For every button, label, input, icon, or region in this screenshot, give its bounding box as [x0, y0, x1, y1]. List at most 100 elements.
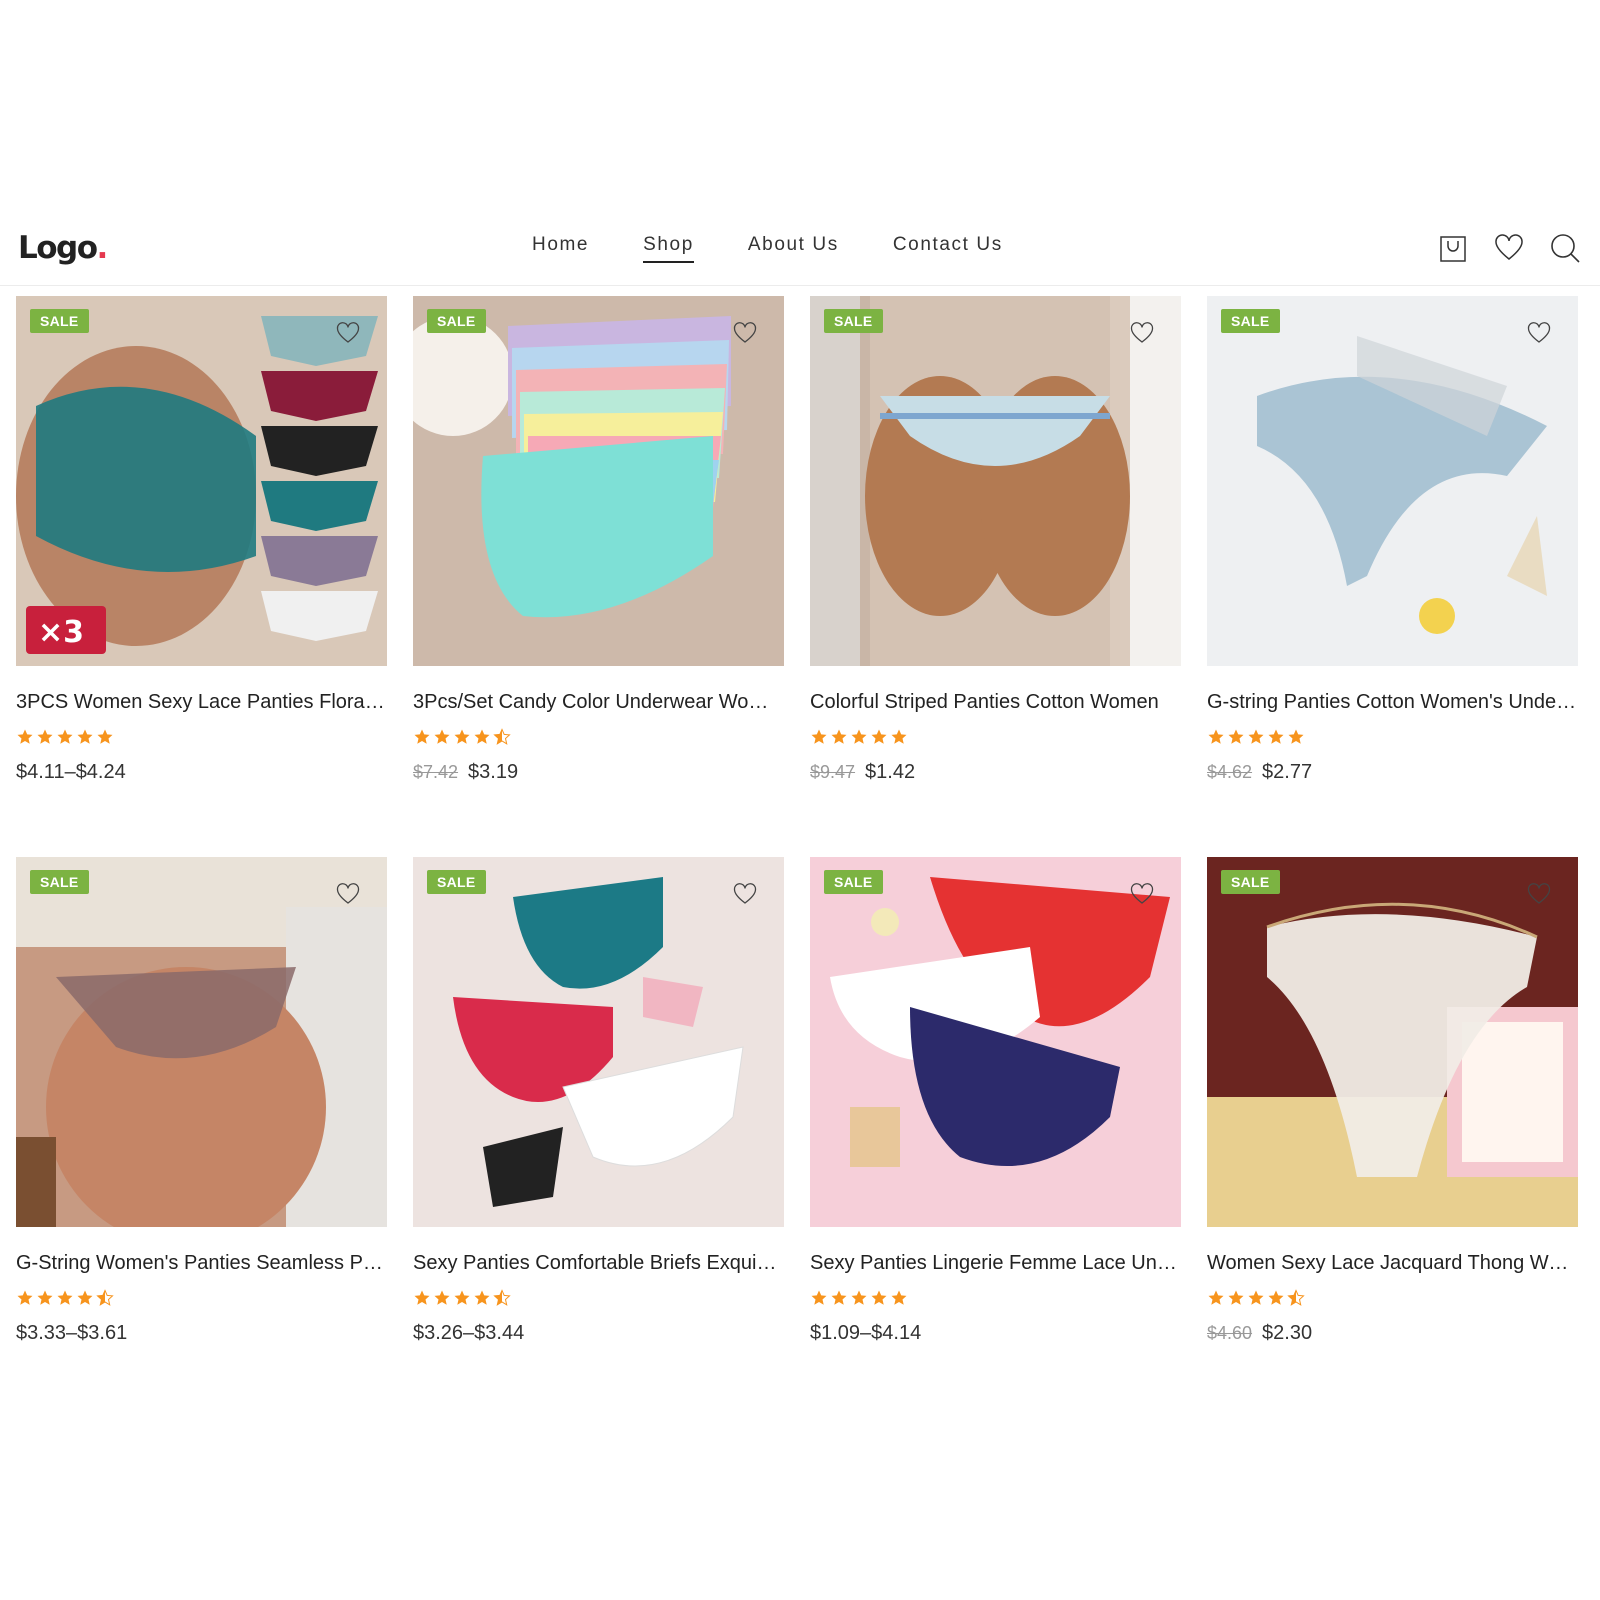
- product-photo: [413, 296, 784, 666]
- product-price: $9.47 $1.42: [810, 761, 1181, 784]
- product-image[interactable]: SALE: [413, 857, 784, 1227]
- product-photo: [1207, 296, 1578, 666]
- current-price: $1.09–$4.14: [810, 1322, 922, 1344]
- product-price: $7.42 $3.19: [413, 761, 784, 784]
- product-title[interactable]: Sexy Panties Comfortable Briefs Exquisit…: [413, 1252, 784, 1275]
- product-title[interactable]: 3Pcs/Set Candy Color Underwear Women: [413, 691, 784, 714]
- star-icon: [473, 1289, 491, 1312]
- wishlist-heart-icon[interactable]: [335, 881, 361, 907]
- nav-contact-us[interactable]: Contact Us: [893, 234, 1003, 263]
- wishlist-heart-icon[interactable]: [335, 320, 361, 346]
- original-price: $4.62: [1207, 762, 1253, 782]
- product-card[interactable]: SALE 3Pcs/Set Candy Color Underwear Women…: [413, 296, 784, 857]
- star-rating: [1207, 1289, 1578, 1312]
- star-icon: [1267, 1289, 1285, 1312]
- star-icon: [890, 728, 908, 751]
- product-photo: [413, 857, 784, 1227]
- product-grid: SALE ×3 3PCS Women Sexy Lace Panties Flora…: [16, 296, 1578, 1418]
- site-header: Logo. Home Shop About Us Contact Us: [0, 212, 1600, 286]
- product-photo: [810, 296, 1181, 666]
- star-icon: [1247, 1289, 1265, 1312]
- product-title[interactable]: Colorful Striped Panties Cotton Women: [810, 691, 1181, 714]
- product-image[interactable]: SALE: [16, 857, 387, 1227]
- product-image[interactable]: SALE: [810, 857, 1181, 1227]
- product-card[interactable]: SALE ×3 3PCS Women Sexy Lace Panties Flora…: [16, 296, 387, 857]
- star-icon: [76, 1289, 94, 1312]
- star-icon: [810, 1289, 828, 1312]
- product-title[interactable]: G-String Women's Panties Seamless Panty: [16, 1252, 387, 1275]
- multipack-badge: ×3: [38, 615, 85, 650]
- cart-icon[interactable]: [1436, 231, 1470, 265]
- star-rating: [810, 1289, 1181, 1312]
- star-icon: [1227, 1289, 1245, 1312]
- star-icon: [1247, 728, 1265, 751]
- star-icon: [96, 1289, 114, 1312]
- product-title[interactable]: 3PCS Women Sexy Lace Panties Floral Ling…: [16, 691, 387, 714]
- nav-home[interactable]: Home: [532, 234, 589, 263]
- sale-badge: SALE: [824, 870, 883, 894]
- star-icon: [96, 728, 114, 751]
- nav-shop[interactable]: Shop: [643, 234, 694, 263]
- star-icon: [16, 1289, 34, 1312]
- product-price: $4.62 $2.77: [1207, 761, 1578, 784]
- product-image[interactable]: SALE ×3: [16, 296, 387, 666]
- product-card[interactable]: SALE G-string Panties Cotton Women's Unde…: [1207, 296, 1578, 857]
- star-icon: [453, 1289, 471, 1312]
- current-price: $2.77: [1262, 761, 1313, 783]
- star-icon: [1207, 1289, 1225, 1312]
- star-icon: [36, 728, 54, 751]
- product-title[interactable]: Women Sexy Lace Jacquard Thong Women: [1207, 1252, 1578, 1275]
- sale-badge: SALE: [1221, 309, 1280, 333]
- product-image[interactable]: SALE: [413, 296, 784, 666]
- original-price: $9.47: [810, 762, 856, 782]
- star-icon: [453, 728, 471, 751]
- wishlist-heart-icon[interactable]: [1526, 320, 1552, 346]
- product-title[interactable]: Sexy Panties Lingerie Femme Lace Underwe…: [810, 1252, 1181, 1275]
- logo[interactable]: Logo.: [18, 230, 108, 266]
- current-price: $1.42: [865, 761, 916, 783]
- sale-badge: SALE: [1221, 870, 1280, 894]
- wishlist-heart-icon[interactable]: [732, 320, 758, 346]
- product-card[interactable]: SALE Colorful Striped Panties Cotton Wome…: [810, 296, 1181, 857]
- header-actions: [1436, 231, 1582, 265]
- star-rating: [413, 728, 784, 751]
- heart-icon[interactable]: [1492, 231, 1526, 265]
- search-icon[interactable]: [1548, 231, 1582, 265]
- star-icon: [810, 728, 828, 751]
- current-price: $3.19: [468, 761, 519, 783]
- product-price: $4.11–$4.24: [16, 761, 387, 784]
- product-image[interactable]: SALE: [810, 296, 1181, 666]
- logo-text: Logo: [18, 230, 98, 266]
- wishlist-heart-icon[interactable]: [732, 881, 758, 907]
- product-card[interactable]: SALE Sexy Panties Comfortable Briefs Exqu…: [413, 857, 784, 1418]
- star-rating: [413, 1289, 784, 1312]
- sale-badge: SALE: [824, 309, 883, 333]
- wishlist-heart-icon[interactable]: [1526, 881, 1552, 907]
- product-photo: [16, 296, 387, 666]
- star-icon: [433, 1289, 451, 1312]
- sale-badge: SALE: [30, 870, 89, 894]
- product-image[interactable]: SALE: [1207, 857, 1578, 1227]
- star-rating: [16, 1289, 387, 1312]
- product-price: $1.09–$4.14: [810, 1322, 1181, 1345]
- current-price: $3.33–$3.61: [16, 1322, 128, 1344]
- star-icon: [830, 728, 848, 751]
- product-title[interactable]: G-string Panties Cotton Women's Underwea…: [1207, 691, 1578, 714]
- wishlist-heart-icon[interactable]: [1129, 881, 1155, 907]
- product-card[interactable]: SALE Women Sexy Lace Jacquard Thong Women…: [1207, 857, 1578, 1418]
- product-card[interactable]: SALE Sexy Panties Lingerie Femme Lace Und…: [810, 857, 1181, 1418]
- wishlist-heart-icon[interactable]: [1129, 320, 1155, 346]
- star-rating: [16, 728, 387, 751]
- sale-badge: SALE: [427, 870, 486, 894]
- star-icon: [850, 1289, 868, 1312]
- nav-about-us[interactable]: About Us: [748, 234, 839, 263]
- product-card[interactable]: SALE G-String Women's Panties Seamless Pa…: [16, 857, 387, 1418]
- product-price: $3.26–$3.44: [413, 1322, 784, 1345]
- product-photo: [1207, 857, 1578, 1227]
- product-image[interactable]: SALE: [1207, 296, 1578, 666]
- star-icon: [56, 1289, 74, 1312]
- current-price: $2.30: [1262, 1322, 1313, 1344]
- original-price: $4.60: [1207, 1323, 1253, 1343]
- star-icon: [890, 1289, 908, 1312]
- star-icon: [493, 1289, 511, 1312]
